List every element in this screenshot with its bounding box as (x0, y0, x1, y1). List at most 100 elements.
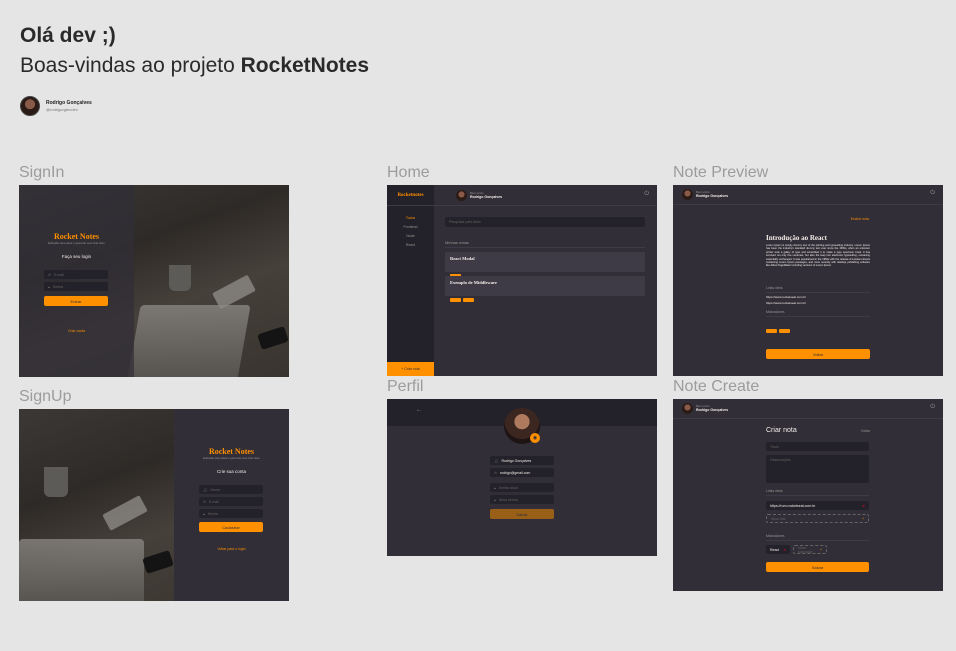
power-icon[interactable]: ⏻ (930, 190, 935, 197)
delete-note-link[interactable]: Excluir nota (851, 217, 869, 221)
signup-frame: Rocket Notes Aplicação para salvar e ger… (19, 409, 289, 601)
create-account-link[interactable]: Criar conta (19, 329, 134, 333)
signin-heading: Faça seu login (61, 254, 92, 259)
greeting-title: Olá dev ;) (20, 24, 116, 47)
signin-subtitle: Aplicação para salvar e gerenciar seus l… (47, 242, 106, 245)
links-section-title: Links úteis (766, 286, 870, 293)
email-placeholder: E-mail (53, 272, 64, 277)
email-value: rodrigo@gmail.com (499, 470, 531, 475)
avatar (20, 96, 40, 116)
signup-heading: Crie sua conta (216, 469, 246, 474)
back-to-login-link[interactable]: Voltar para o login (174, 547, 289, 551)
name-field[interactable]: 👤︎ Nome (199, 485, 263, 494)
signin-brand: Rocket Notes (53, 232, 100, 241)
note-title: Exemplo de Middleware (450, 280, 497, 285)
mail-icon: ✉ (494, 470, 497, 475)
profile-frame: ← ◉ 👤︎ Rodrigo Gonçalves ✉ rodrigo@gmail… (387, 399, 657, 556)
frame-label-signup: SignUp (19, 388, 72, 405)
email-placeholder: E-mail (208, 499, 219, 504)
signup-button[interactable]: Cadastrar (199, 522, 263, 532)
close-icon[interactable]: ✕ (862, 504, 865, 508)
photo-cup (169, 265, 191, 291)
tag (463, 298, 474, 302)
name-value: Rodrigo Gonçalves (501, 458, 532, 463)
home-frame: Rocketnotes Todos Frontend Node React + … (387, 185, 657, 376)
create-note-button[interactable]: + Criar nota (387, 362, 434, 376)
title-input[interactable]: Título (766, 442, 869, 451)
user-icon: 👤︎ (203, 487, 208, 492)
back-button[interactable]: Voltar (766, 349, 870, 359)
search-placeholder: Pesquisar pelo título (449, 220, 481, 224)
preview-header: Bem-vindo Rodrigo Gonçalves ⏻ (673, 185, 943, 205)
note-tags (450, 289, 476, 307)
link-item[interactable]: https://www.rocketseat.com.br (766, 295, 806, 299)
frame-label-preview: Note Preview (673, 164, 769, 181)
password-field[interactable]: 🔒︎ Senha (44, 282, 108, 291)
current-password-field[interactable]: 🔒︎ Senha atual (490, 483, 554, 492)
project-name: RocketNotes (240, 54, 370, 77)
tag (766, 329, 777, 333)
photo-laptop (127, 305, 251, 377)
back-link[interactable]: Voltar (861, 429, 870, 433)
new-link-input[interactable]: Novo link + (766, 514, 869, 523)
menu-item-react[interactable]: React (387, 243, 434, 247)
avatar[interactable] (682, 189, 693, 200)
email-field[interactable]: ✉ E-mail (199, 497, 263, 506)
note-card[interactable]: Exemplo de Middleware (445, 276, 645, 302)
avatar[interactable] (456, 190, 467, 201)
signup-subtitle: Aplicação para salvar e gerenciar seus l… (202, 457, 261, 460)
new-password-placeholder: Nova senha (498, 497, 518, 502)
name-placeholder: Nome (210, 487, 220, 492)
home-menu: Todos Frontend Node React (387, 216, 434, 252)
frame-label-profile: Perfil (387, 378, 424, 395)
note-card[interactable]: React Modal (445, 252, 645, 278)
menu-item-todos[interactable]: Todos (387, 216, 434, 220)
preview-user-name[interactable]: Rodrigo Gonçalves (696, 194, 728, 198)
lock-icon: 🔒︎ (494, 497, 496, 502)
lock-icon: 🔒︎ (494, 485, 496, 490)
tag-value: React (770, 547, 780, 552)
new-tag-input[interactable]: Novo marcador + (793, 545, 827, 554)
avatar[interactable] (682, 403, 693, 414)
signup-form-panel: Rocket Notes Aplicação para salvar e ger… (174, 409, 289, 601)
tag (779, 329, 790, 333)
signup-brand: Rocket Notes (208, 447, 255, 456)
notes-section-title: Minhas notas (445, 240, 645, 248)
link-item[interactable]: https://www.rocketseat.com.br (766, 301, 806, 305)
home-user-name[interactable]: Rodrigo Gonçalves (470, 195, 502, 199)
photo-cup (44, 467, 68, 497)
menu-item-frontend[interactable]: Frontend (387, 225, 434, 229)
link-item[interactable]: https://rum.rocketseat.com.br ✕ (766, 501, 869, 510)
home-header: Bem-vindo Rodrigo Gonçalves ⏻ (434, 185, 657, 206)
welcome-prefix: Boas-vindas ao projeto (20, 54, 241, 77)
name-field[interactable]: 👤︎ Rodrigo Gonçalves (490, 456, 554, 465)
arrow-left-icon[interactable]: ← (416, 407, 422, 413)
email-field[interactable]: ✉ rodrigo@gmail.com (490, 468, 554, 477)
link-value: https://rum.rocketseat.com.br (770, 503, 816, 508)
save-button[interactable]: Salvar (766, 562, 869, 572)
menu-item-node[interactable]: Node (387, 234, 434, 238)
email-field[interactable]: ✉ E-mail (44, 270, 108, 279)
photo-notebook (102, 495, 148, 531)
welcome-title: Boas-vindas ao projeto RocketNotes (20, 54, 369, 78)
home-brand: Rocketnotes (397, 192, 424, 198)
search-input[interactable]: Pesquisar pelo título (445, 217, 645, 227)
create-header: Bem-vindo Rodrigo Gonçalves ⏻ (673, 399, 943, 419)
camera-icon[interactable]: ◉ (530, 433, 540, 443)
save-button[interactable]: Salvar (490, 509, 554, 519)
notes-textarea[interactable]: Observações (766, 455, 869, 483)
plus-icon[interactable]: + (820, 548, 822, 552)
power-icon[interactable]: ⏻ (644, 191, 649, 198)
links-section-title: Links úteis (766, 489, 869, 496)
plus-icon[interactable]: + (862, 517, 864, 521)
create-user-name[interactable]: Rodrigo Gonçalves (696, 408, 728, 412)
new-link-placeholder: Novo link (771, 516, 786, 521)
password-placeholder: Senha (52, 284, 63, 289)
signin-button[interactable]: Entrar (44, 296, 108, 306)
password-field[interactable]: 🔒︎ Senha (199, 509, 263, 518)
new-password-field[interactable]: 🔒︎ Nova senha (490, 495, 554, 504)
power-icon[interactable]: ⏻ (930, 404, 935, 411)
close-icon[interactable]: ✕ (783, 548, 786, 552)
tag-item[interactable]: React ✕ (766, 545, 790, 554)
preview-frame: Bem-vindo Rodrigo Gonçalves ⏻ Excluir no… (673, 185, 943, 376)
